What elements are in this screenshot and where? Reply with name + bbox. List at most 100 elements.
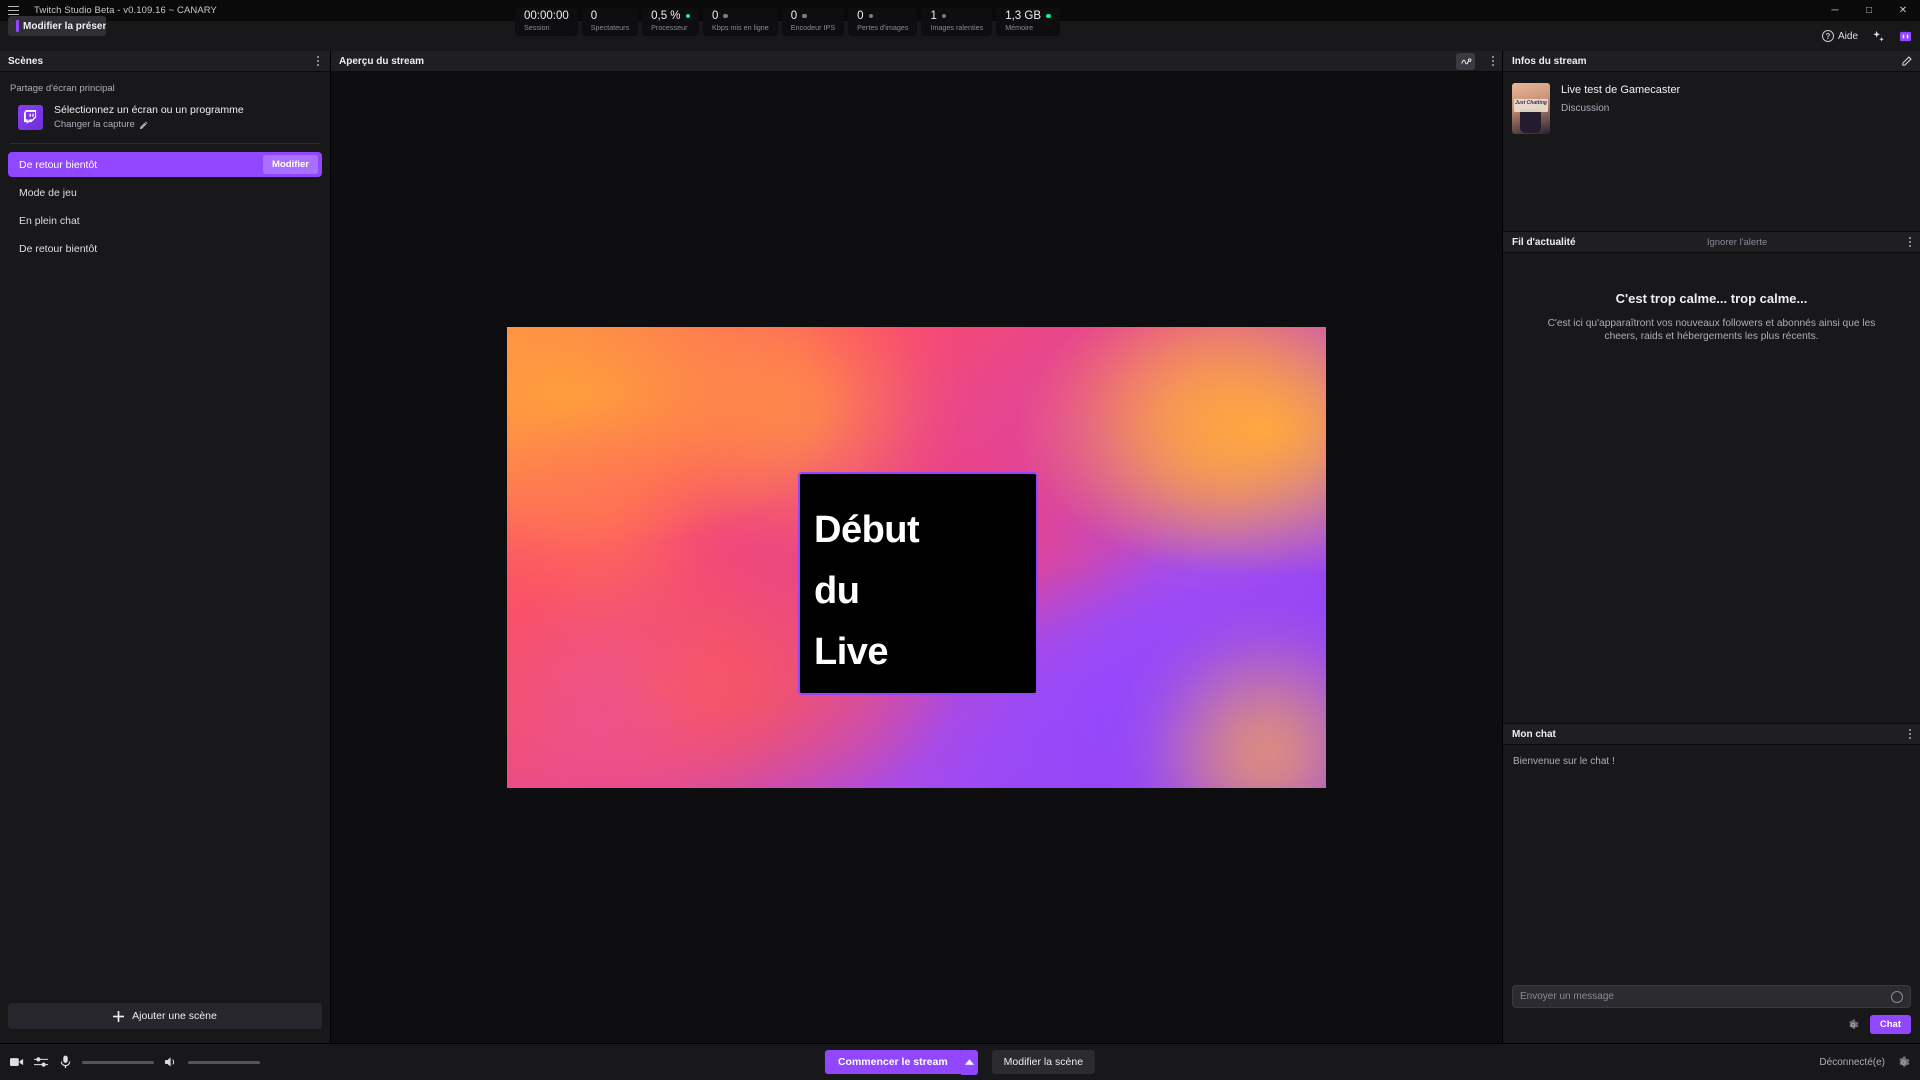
scene-item[interactable]: En plein chat xyxy=(8,208,322,233)
scene-item-active[interactable]: De retour bientôt Modifier xyxy=(8,152,322,177)
screen-share-label: Partage d'écran principal xyxy=(10,83,115,94)
dismiss-alert-link[interactable]: Ignorer l'alerte xyxy=(1707,237,1774,248)
thumb-text: Just Chatting xyxy=(1515,100,1547,106)
scene-label: De retour bientôt xyxy=(19,158,98,171)
chat-messages: Bienvenue sur le chat ! xyxy=(1503,745,1920,985)
camera-icon[interactable] xyxy=(10,1055,24,1069)
notifications-icon[interactable] xyxy=(1898,29,1912,43)
stat-value: 0 xyxy=(590,10,598,22)
title-card-line: Live xyxy=(814,631,889,673)
preview-menu-icon[interactable] xyxy=(1477,53,1496,70)
activity-feed-header: Fil d'actualité Ignorer l'alerte xyxy=(1503,232,1920,253)
stat-value: 1,3 GB xyxy=(1005,10,1041,22)
stat-session: 00:00:00 Session xyxy=(515,8,578,36)
stream-info-section: Just Chatting Live test de Gamecaster Di… xyxy=(1503,72,1920,231)
capture-title: Sélectionnez un écran ou un programme xyxy=(54,104,244,116)
twitch-studio-window: Twitch Studio Beta - v0.109.16 ~ CANARY … xyxy=(0,0,1920,1080)
activity-feed-title: Fil d'actualité xyxy=(1512,236,1576,248)
edit-stream-info-icon[interactable] xyxy=(1898,53,1914,69)
minimize-button[interactable]: ─ xyxy=(1818,0,1852,21)
stat-encoder-fps: 0 Encodeur IPS xyxy=(781,8,845,36)
window-title: Twitch Studio Beta - v0.109.16 ~ CANARY xyxy=(34,5,217,16)
preview-header: Aperçu du stream xyxy=(331,51,1502,72)
scene-modify-button[interactable]: Modifier xyxy=(263,155,318,174)
scene-label: Mode de jeu xyxy=(19,186,77,199)
chat-section: Mon chat Bienvenue sur le chat ! Envoyer… xyxy=(1503,723,1920,1043)
modify-scene-button[interactable]: Modifier la scène xyxy=(991,1050,1096,1074)
capture-change-row[interactable]: Changer la capture xyxy=(54,118,244,131)
stat-label: Images ralenties xyxy=(930,23,984,32)
sparkle-icon[interactable] xyxy=(1871,29,1885,43)
close-button[interactable]: ✕ xyxy=(1886,0,1920,21)
edit-presentation-button[interactable]: Modifier la présentatio xyxy=(8,16,106,36)
plus-icon xyxy=(113,1010,125,1022)
stat-value: 0 xyxy=(857,10,864,22)
start-stream-button[interactable]: Commencer le stream xyxy=(824,1050,961,1074)
stat-cpu: 0,5 % Processeur xyxy=(642,8,700,36)
microphone-icon[interactable] xyxy=(58,1055,72,1069)
send-chat-button[interactable]: Chat xyxy=(1869,1015,1911,1034)
chat-menu-icon[interactable] xyxy=(1906,725,1914,743)
window-controls: ─ □ ✕ xyxy=(1818,0,1920,21)
twitch-glitch-icon xyxy=(18,104,43,130)
stat-label: Mémoire xyxy=(1005,23,1034,32)
title-card-line: Début xyxy=(814,509,920,551)
chat-input[interactable]: Envoyer un message xyxy=(1512,985,1911,1008)
bottom-bar: Commencer le stream Modifier la scène Dé… xyxy=(0,1043,1920,1080)
stat-value: 0 xyxy=(790,10,798,22)
chat-settings-gear-icon[interactable] xyxy=(1846,1018,1860,1032)
stat-label: Kbps mis en ligne xyxy=(712,23,769,32)
emote-picker-icon[interactable] xyxy=(1891,990,1903,1003)
bottom-left-controls xyxy=(10,1055,260,1069)
capture-source-row[interactable]: Sélectionnez un écran ou un programme Ch… xyxy=(0,101,330,143)
speaker-icon[interactable] xyxy=(164,1055,178,1069)
scene-item[interactable]: Mode de jeu xyxy=(8,180,322,205)
chat-input-placeholder: Envoyer un message xyxy=(1520,991,1614,1002)
add-scene-label: Ajouter une scène xyxy=(132,1010,217,1022)
help-button[interactable]: ? Aide xyxy=(1821,30,1858,42)
stat-dropped-frames: 0 Pertes d'images xyxy=(848,8,918,36)
stat-value: 0 xyxy=(712,10,719,22)
mixer-icon[interactable] xyxy=(34,1055,48,1069)
activity-feed-body: C'est trop calme... trop calme... C'est … xyxy=(1503,253,1920,723)
chat-input-wrap: Envoyer un message xyxy=(1503,985,1920,1015)
title-card-line: du xyxy=(814,570,860,612)
stat-value: 00:00:00 xyxy=(524,10,569,22)
stat-kbps: 0 Kbps mis en ligne xyxy=(703,8,778,36)
chat-actions: Chat xyxy=(1503,1015,1920,1043)
stream-thumbnail: Just Chatting xyxy=(1512,83,1550,134)
gradient-blob xyxy=(1127,627,1326,788)
gradient-blob xyxy=(1067,327,1326,557)
stream-preview-canvas[interactable]: Début du Live xyxy=(507,327,1326,788)
stream-info-header: Infos du stream xyxy=(1503,51,1920,72)
scene-title-card[interactable]: Début du Live xyxy=(798,472,1038,695)
question-mark-icon: ? xyxy=(1821,30,1834,42)
preview-header-actions xyxy=(1456,52,1496,70)
desktop-volume-slider[interactable] xyxy=(188,1060,260,1064)
chat-title: Mon chat xyxy=(1512,728,1556,740)
audio-mixer-icon[interactable] xyxy=(1456,52,1475,70)
scene-item[interactable]: De retour bientôt xyxy=(8,236,322,261)
status-dot-icon xyxy=(802,13,807,19)
stream-category: Discussion xyxy=(1561,103,1610,114)
preview-panel: Aperçu du stream Début du Live xyxy=(331,51,1503,1043)
scenes-panel: Scènes Partage d'écran principal Sélecti… xyxy=(0,51,331,1043)
scenes-panel-title: Scènes xyxy=(8,55,44,67)
connection-status: Déconnecté(e) xyxy=(1819,1056,1885,1068)
activity-feed-menu-icon[interactable] xyxy=(1906,233,1914,251)
stat-viewers: 0 Spectateurs xyxy=(581,8,639,36)
stat-label: Pertes d'images xyxy=(857,23,909,32)
mic-volume-slider[interactable] xyxy=(82,1060,154,1064)
stat-value: 0,5 % xyxy=(651,10,681,22)
settings-gear-icon[interactable] xyxy=(1896,1055,1910,1069)
scenes-panel-menu-icon[interactable] xyxy=(314,52,322,70)
start-stream-options-icon[interactable] xyxy=(960,1049,978,1075)
status-dot-icon xyxy=(941,13,947,19)
top-bar: Modifier la présentatio 00:00:00 Session… xyxy=(0,8,1920,51)
main-area: Scènes Partage d'écran principal Sélecti… xyxy=(0,51,1920,1043)
stat-memory: 1,3 GB Mémoire xyxy=(996,8,1060,36)
scene-label: En plein chat xyxy=(19,214,80,227)
add-scene-button[interactable]: Ajouter une scène xyxy=(8,1003,322,1029)
maximize-button[interactable]: □ xyxy=(1852,0,1886,21)
stat-lagged-frames: 1 Images ralenties xyxy=(921,8,993,36)
